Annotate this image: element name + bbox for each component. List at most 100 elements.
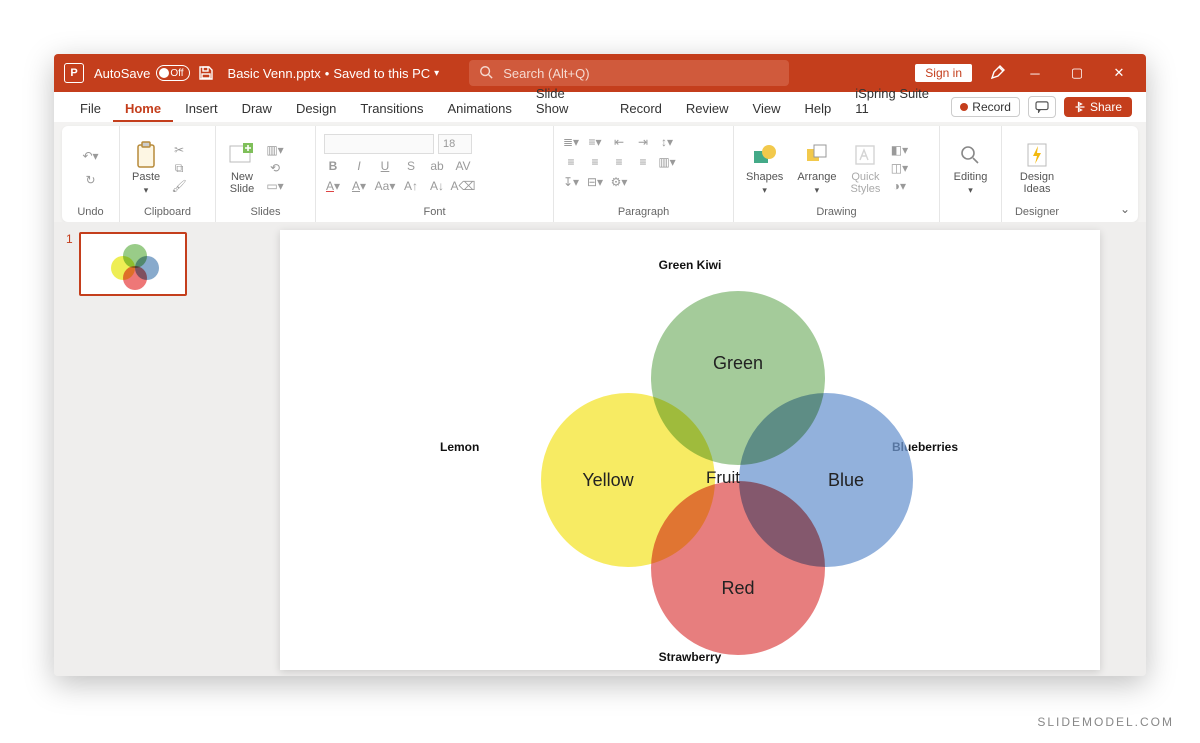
reset-icon[interactable]: ⟲ bbox=[266, 160, 284, 176]
maximize-button[interactable]: ▢ bbox=[1056, 65, 1098, 81]
slide[interactable]: Green Kiwi Lemon Blueberries Strawberry … bbox=[280, 230, 1100, 670]
align-text-button[interactable]: ⊟▾ bbox=[586, 174, 604, 190]
shrink-font-button[interactable]: A↓ bbox=[428, 178, 446, 194]
group-drawing: Drawing bbox=[742, 206, 931, 220]
numbering-button[interactable]: ≡▾ bbox=[586, 134, 604, 150]
undo-icon[interactable]: ↶▾ bbox=[82, 148, 100, 164]
powerpoint-window: P AutoSave Off Basic Venn.pptx • Saved t… bbox=[54, 54, 1146, 676]
tab-file[interactable]: File bbox=[68, 95, 113, 122]
design-ideas-button[interactable]: Design Ideas bbox=[1016, 141, 1058, 195]
clear-format-button[interactable]: A⌫ bbox=[454, 178, 472, 194]
new-slide-icon bbox=[228, 141, 256, 169]
tab-home[interactable]: Home bbox=[113, 95, 173, 122]
change-case-button[interactable]: Aa▾ bbox=[376, 178, 394, 194]
shape-effects-button[interactable]: ◑▾ bbox=[890, 178, 908, 194]
justify-button[interactable]: ≡ bbox=[634, 154, 652, 170]
tab-design[interactable]: Design bbox=[284, 95, 348, 122]
circle-red[interactable]: Red bbox=[650, 480, 826, 656]
align-left-button[interactable]: ≡ bbox=[562, 154, 580, 170]
tab-insert[interactable]: Insert bbox=[173, 95, 230, 122]
collapse-ribbon-icon[interactable]: ⌄ bbox=[1120, 202, 1130, 216]
shape-fill-button[interactable]: ◧▾ bbox=[890, 142, 908, 158]
chevron-down-icon: ▾ bbox=[434, 68, 439, 79]
tab-animations[interactable]: Animations bbox=[436, 95, 524, 122]
group-paragraph: Paragraph bbox=[562, 206, 725, 220]
label-green-kiwi[interactable]: Green Kiwi bbox=[659, 258, 722, 272]
center-label[interactable]: Fruit bbox=[706, 468, 740, 488]
format-painter-icon[interactable]: 🖌 bbox=[170, 178, 188, 194]
bullets-button[interactable]: ≣▾ bbox=[562, 134, 580, 150]
tab-view[interactable]: View bbox=[741, 95, 793, 122]
smartart-button[interactable]: ⚙▾ bbox=[610, 174, 628, 190]
find-icon bbox=[956, 141, 984, 169]
comments-button[interactable] bbox=[1028, 96, 1056, 118]
search-input[interactable]: Search (Alt+Q) bbox=[469, 60, 789, 86]
save-icon[interactable] bbox=[198, 65, 214, 81]
strike-button[interactable]: S bbox=[402, 158, 420, 174]
editing-button[interactable]: Editing▾ bbox=[950, 141, 992, 196]
slide-canvas-area[interactable]: Green Kiwi Lemon Blueberries Strawberry … bbox=[254, 222, 1146, 676]
font-family-input[interactable] bbox=[324, 134, 434, 154]
group-font: Font bbox=[324, 206, 545, 220]
layout-icon[interactable]: ▥▾ bbox=[266, 142, 284, 158]
highlight-button[interactable]: A▾ bbox=[350, 178, 368, 194]
shapes-icon bbox=[751, 141, 779, 169]
grow-font-button[interactable]: A↑ bbox=[402, 178, 420, 194]
ribbon: ↶▾ ↻ Undo Paste▾ ✂ ⧉ 🖌 Clipboard bbox=[62, 126, 1138, 222]
underline-button[interactable]: U bbox=[376, 158, 394, 174]
work-area: 1 Green Kiwi Lemon Blueberries Strawberr… bbox=[54, 222, 1146, 676]
section-icon[interactable]: ▭▾ bbox=[266, 178, 284, 194]
indent-right-button[interactable]: ⇥ bbox=[634, 134, 652, 150]
tab-transitions[interactable]: Transitions bbox=[348, 95, 435, 122]
tab-help[interactable]: Help bbox=[793, 95, 844, 122]
new-slide-button[interactable]: New Slide bbox=[224, 141, 260, 195]
italic-button[interactable]: I bbox=[350, 158, 368, 174]
line-spacing-button[interactable]: ↕▾ bbox=[658, 134, 676, 150]
tab-slideshow[interactable]: Slide Show bbox=[524, 80, 608, 122]
record-dot-icon bbox=[960, 103, 968, 111]
record-button[interactable]: Record bbox=[951, 97, 1020, 117]
share-button[interactable]: Share bbox=[1064, 97, 1132, 117]
slide-thumbnail-1[interactable]: 1 bbox=[66, 232, 242, 296]
quick-styles-icon bbox=[851, 141, 879, 169]
lightning-icon bbox=[1023, 141, 1051, 169]
tab-review[interactable]: Review bbox=[674, 95, 741, 122]
tab-record[interactable]: Record bbox=[608, 95, 674, 122]
shadow-button[interactable]: ab bbox=[428, 158, 446, 174]
search-icon bbox=[479, 65, 493, 82]
align-right-button[interactable]: ≡ bbox=[610, 154, 628, 170]
bold-button[interactable]: B bbox=[324, 158, 342, 174]
cut-icon[interactable]: ✂ bbox=[170, 142, 188, 158]
redo-icon[interactable]: ↻ bbox=[82, 172, 100, 188]
shapes-button[interactable]: Shapes▾ bbox=[742, 141, 787, 196]
font-color-button[interactable]: A▾ bbox=[324, 178, 342, 194]
clipboard-icon bbox=[132, 141, 160, 169]
shape-outline-button[interactable]: ◫▾ bbox=[890, 160, 908, 176]
arrange-button[interactable]: Arrange▾ bbox=[793, 141, 840, 196]
arrange-icon bbox=[803, 141, 831, 169]
paste-button[interactable]: Paste▾ bbox=[128, 141, 164, 196]
toggle-icon bbox=[156, 65, 190, 81]
label-lemon[interactable]: Lemon bbox=[440, 440, 479, 454]
group-slides: Slides bbox=[224, 206, 307, 220]
ribbon-tabs: File Home Insert Draw Design Transitions… bbox=[54, 92, 1146, 122]
char-spacing-button[interactable]: AV bbox=[454, 158, 472, 174]
align-center-button[interactable]: ≡ bbox=[586, 154, 604, 170]
minimize-button[interactable]: ─ bbox=[1014, 66, 1056, 81]
indent-left-button[interactable]: ⇤ bbox=[610, 134, 628, 150]
quick-styles-button[interactable]: Quick Styles bbox=[846, 141, 884, 195]
document-title[interactable]: Basic Venn.pptx • Saved to this PC ▾ bbox=[228, 66, 440, 81]
close-button[interactable]: ✕ bbox=[1098, 65, 1140, 81]
pen-icon[interactable] bbox=[982, 64, 1014, 83]
copy-icon[interactable]: ⧉ bbox=[170, 160, 188, 176]
tab-ispring[interactable]: iSpring Suite 11 bbox=[843, 80, 951, 122]
group-undo: Undo bbox=[70, 206, 111, 220]
text-direction-button[interactable]: ↧▾ bbox=[562, 174, 580, 190]
group-designer: Designer bbox=[1010, 206, 1064, 220]
tab-draw[interactable]: Draw bbox=[230, 95, 284, 122]
font-size-input[interactable]: 18 bbox=[438, 134, 472, 154]
thumbnail-panel: 1 bbox=[54, 222, 254, 676]
columns-button[interactable]: ▥▾ bbox=[658, 154, 676, 170]
autosave-toggle[interactable]: AutoSave Off bbox=[94, 65, 184, 81]
thumbnail-preview bbox=[79, 232, 187, 296]
